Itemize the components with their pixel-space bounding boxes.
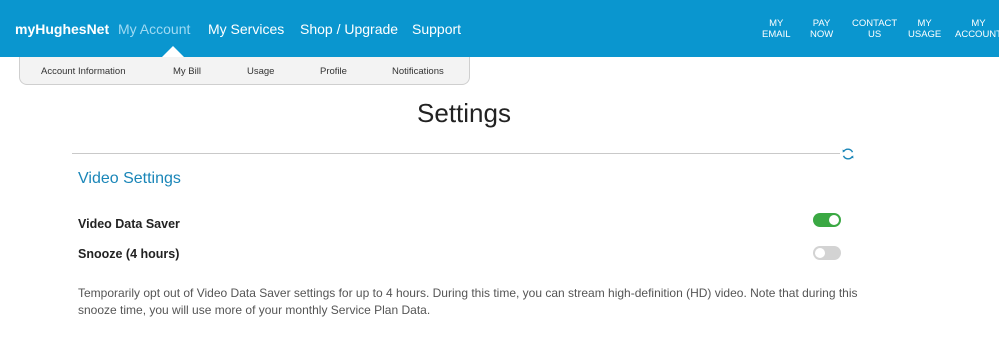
subnav-account-information[interactable]: Account Information xyxy=(41,66,126,77)
video-data-saver-label: Video Data Saver xyxy=(78,217,180,231)
subnav-usage[interactable]: Usage xyxy=(247,66,274,77)
link-my-email[interactable]: MY EMAIL xyxy=(762,18,791,40)
snooze-description: Temporarily opt out of Video Data Saver … xyxy=(78,286,858,317)
nav-support[interactable]: Support xyxy=(412,21,461,37)
section-divider xyxy=(72,153,840,154)
link-my-usage-line2: USAGE xyxy=(908,29,942,40)
link-pay-now-line1: PAY xyxy=(812,18,831,29)
brand-link[interactable]: myHughesNet xyxy=(15,21,109,37)
account-subnav: Account Information My Bill Usage Profil… xyxy=(19,57,470,85)
link-my-account-line1: MY xyxy=(971,18,986,29)
nav-my-services[interactable]: My Services xyxy=(208,21,284,37)
link-my-email-line2: EMAIL xyxy=(762,29,791,40)
top-navigation-bar: myHughesNet My Account My Services Shop … xyxy=(0,0,999,57)
subnav-my-bill[interactable]: My Bill xyxy=(173,66,201,77)
link-my-account[interactable]: MY ACCOUNT xyxy=(955,18,999,40)
video-settings-heading: Video Settings xyxy=(78,170,181,187)
toggle-knob xyxy=(829,215,839,225)
link-contact-us-line2: US xyxy=(868,29,882,40)
page-title: Settings xyxy=(417,98,511,128)
snooze-label: Snooze (4 hours) xyxy=(78,247,180,261)
nav-my-account[interactable]: My Account xyxy=(118,21,190,37)
nav-shop-upgrade[interactable]: Shop / Upgrade xyxy=(300,21,398,37)
refresh-icon[interactable] xyxy=(841,147,855,161)
link-contact-us-line1: CONTACT xyxy=(852,18,898,29)
link-pay-now[interactable]: PAY NOW xyxy=(810,18,833,40)
subnav-notifications[interactable]: Notifications xyxy=(392,66,444,77)
link-my-usage-line1: MY xyxy=(917,18,932,29)
subnav-profile[interactable]: Profile xyxy=(320,66,347,77)
link-my-usage[interactable]: MY USAGE xyxy=(908,18,941,40)
active-nav-caret xyxy=(162,46,184,57)
link-my-account-line2: ACCOUNT xyxy=(955,29,999,40)
link-contact-us[interactable]: CONTACT US xyxy=(852,18,897,40)
link-pay-now-line2: NOW xyxy=(810,29,834,40)
link-my-email-line1: MY xyxy=(769,18,784,29)
snooze-toggle[interactable] xyxy=(813,246,841,260)
toggle-knob xyxy=(815,248,825,258)
video-data-saver-toggle[interactable] xyxy=(813,213,841,227)
